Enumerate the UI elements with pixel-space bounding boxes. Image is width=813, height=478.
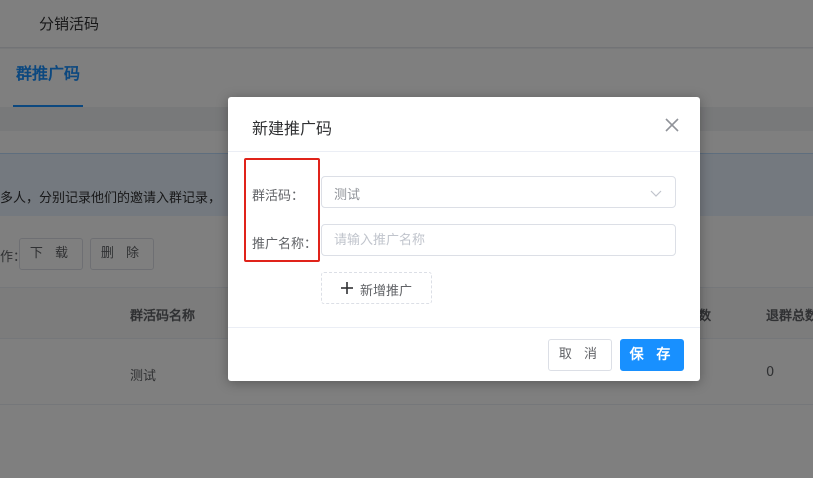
promo-name-label: 推广名称： (252, 237, 318, 252)
dialog-header-divider (228, 151, 700, 152)
cancel-button[interactable]: 取 消 (548, 339, 612, 371)
add-promotion-label: 新增推广 (360, 284, 413, 299)
group-code-select-value: 测试 (334, 188, 361, 203)
chevron-down-icon (650, 190, 662, 197)
close-icon[interactable] (662, 115, 682, 135)
promo-name-input[interactable] (321, 224, 676, 256)
add-promotion-button[interactable]: 新增推广 (321, 272, 432, 304)
dialog-footer-divider (228, 327, 700, 328)
group-code-label: 群活码： (252, 189, 305, 204)
create-promo-code-dialog: 新建推广码 群活码： 测试 推广名称： 新增推广 取 消 保 存 (228, 97, 700, 381)
plus-icon (341, 282, 353, 294)
dialog-title: 新建推广码 (252, 119, 333, 138)
group-code-select[interactable]: 测试 (321, 176, 676, 208)
save-button[interactable]: 保 存 (620, 339, 684, 371)
